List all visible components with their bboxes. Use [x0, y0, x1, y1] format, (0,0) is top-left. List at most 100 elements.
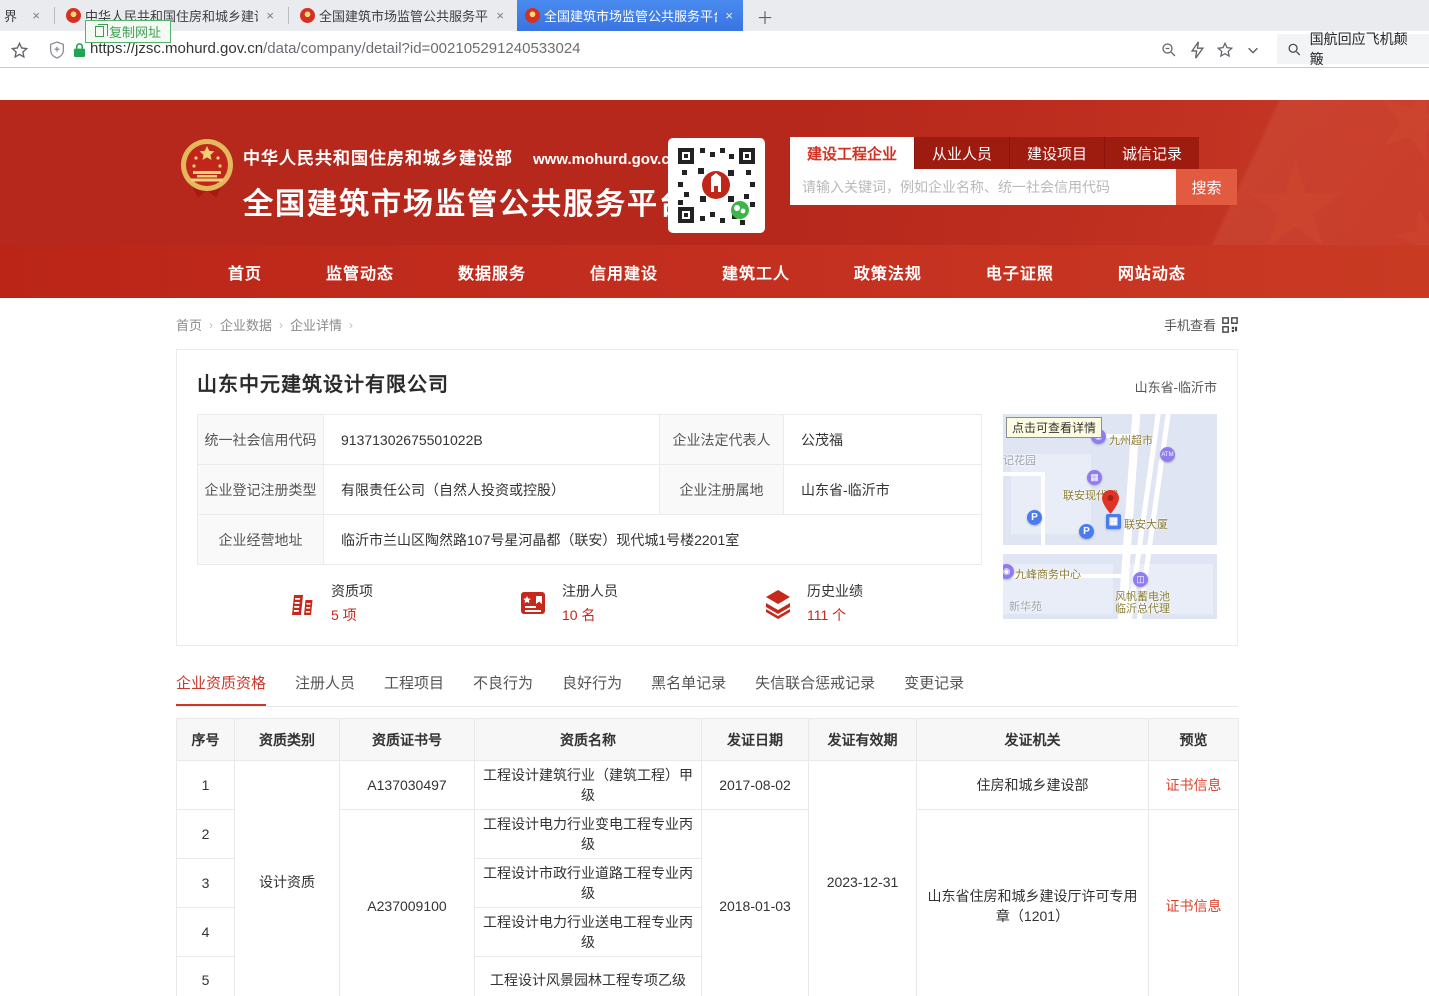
map-poi-supermarket: 九州超市: [1109, 432, 1153, 448]
platform-title: 全国建筑市场监管公共服务平台: [243, 179, 691, 223]
new-tab-button[interactable]: ＋: [752, 4, 778, 28]
copy-url-tooltip-label: 复制网址: [109, 22, 161, 41]
registration-type-value: 有限责任公司（自然人投资或控股）: [324, 465, 660, 515]
tab-good-behavior[interactable]: 良好行为: [562, 672, 622, 706]
tab-enterprise-qualification[interactable]: 企业资质资格: [176, 672, 266, 706]
tab-close-icon[interactable]: ×: [264, 8, 276, 23]
info-label: 企业法定代表人: [660, 415, 784, 465]
nav-item-credit[interactable]: 信用建设: [590, 260, 658, 284]
search-icon: [1287, 42, 1302, 57]
tab-title: 全国建筑市场监管公共服务平台: [319, 6, 488, 25]
header-search-widget: 建设工程企业 从业人员 建设项目 诚信记录 搜索: [790, 137, 1237, 205]
browser-tab-active[interactable]: 全国建筑市场监管公共服务平台 ×: [517, 0, 743, 31]
breadcrumb: 首页› 企业数据› 企业详情›: [176, 315, 353, 334]
tab-favicon-emblem-icon: [300, 8, 315, 23]
tab-title: 界: [4, 6, 24, 25]
lightning-icon[interactable]: [1186, 39, 1208, 61]
chevron-down-icon[interactable]: [1242, 39, 1264, 61]
cell-no: 2: [177, 810, 235, 859]
browser-tab-jzsc[interactable]: 全国建筑市场监管公共服务平台 ×: [292, 0, 514, 31]
company-stats: 资质项 5 项 注册人员 10 名: [197, 581, 982, 625]
nav-item-e-license[interactable]: 电子证照: [986, 260, 1054, 284]
info-label: 统一社会信用代码: [198, 415, 324, 465]
breadcrumb-company-data[interactable]: 企业数据: [220, 315, 272, 334]
shield-permission-icon[interactable]: [46, 39, 68, 61]
site-brand: 中华人民共和国住房和城乡建设部 www.mohurd.gov.cn 全国建筑市场…: [243, 144, 691, 223]
tab-registered-personnel[interactable]: 注册人员: [295, 672, 355, 706]
site-header: 中华人民共和国住房和城乡建设部 www.mohurd.gov.cn 全国建筑市场…: [0, 100, 1429, 245]
atm-marker-icon: ATM: [1160, 447, 1175, 462]
building-marker-icon: ▦: [1087, 470, 1102, 485]
battery-marker-icon: ◫: [1133, 572, 1148, 587]
tab-close-icon[interactable]: ×: [494, 8, 506, 23]
stat-historical-performance[interactable]: 历史业绩 111 个: [761, 581, 863, 625]
detail-tabs: 企业资质资格 注册人员 工程项目 不良行为 良好行为 黑名单记录 失信联合惩戒记…: [176, 672, 1238, 707]
stat-value: 5 项: [331, 605, 373, 625]
zoom-out-icon[interactable]: [1158, 39, 1180, 61]
business-address-value: 临沂市兰山区陶然路107号星河晶都（联安）现代城1号楼2201室: [324, 515, 982, 565]
hot-search-box[interactable]: 国航回应飞机颠簸: [1277, 34, 1429, 64]
certificate-info-link[interactable]: 证书信息: [1166, 898, 1222, 914]
table-header-row: 序号 资质类别 资质证书号 资质名称 发证日期 发证有效期 发证机关 预览: [177, 719, 1239, 761]
search-button[interactable]: 搜索: [1176, 169, 1237, 205]
location-map[interactable]: 点击可查看详情 ◉ 九州超市 ATM 记花园 ▦ 联安现代城 ▦ 联安大厦 P …: [1003, 414, 1217, 619]
stat-registered-personnel[interactable]: 注册人员 10 名: [516, 581, 618, 625]
mobile-view-link[interactable]: 手机查看: [1164, 315, 1238, 334]
keyword-search-input[interactable]: [790, 169, 1176, 205]
layers-icon: [761, 586, 795, 620]
search-tab-project[interactable]: 建设项目: [1009, 137, 1104, 169]
nav-item-site-news[interactable]: 网站动态: [1118, 260, 1186, 284]
search-tab-personnel[interactable]: 从业人员: [914, 137, 1009, 169]
cell-name: 工程设计电力行业变电工程专业丙级: [475, 810, 702, 859]
col-header-authority: 发证机关: [917, 719, 1149, 761]
map-tooltip: 点击可查看详情: [1006, 417, 1102, 438]
tab-dishonesty-records[interactable]: 失信联合惩戒记录: [755, 672, 875, 706]
nav-item-home[interactable]: 首页: [228, 260, 262, 284]
hot-search-text: 国航回应飞机颠簸: [1310, 29, 1419, 69]
tab-close-icon[interactable]: ×: [723, 8, 735, 23]
stat-qualifications[interactable]: 资质项 5 项: [285, 581, 373, 625]
stat-label: 资质项: [331, 581, 373, 601]
spacer: [0, 68, 1429, 100]
col-header-issue-date: 发证日期: [702, 719, 809, 761]
search-tab-enterprise[interactable]: 建设工程企业: [790, 137, 914, 169]
breadcrumb-home[interactable]: 首页: [176, 315, 202, 334]
nav-item-workers[interactable]: 建筑工人: [722, 260, 790, 284]
col-header-cert-no: 资质证书号: [340, 719, 475, 761]
breadcrumb-company-detail[interactable]: 企业详情: [290, 315, 342, 334]
tab-blacklist-records[interactable]: 黑名单记录: [651, 672, 726, 706]
cell-authority: 山东省住房和城乡建设厅许可专用章（1201）: [917, 810, 1149, 996]
cell-name: 工程设计风景园林工程专项乙级: [475, 957, 702, 996]
cell-no: 3: [177, 859, 235, 908]
bookmark-star-icon[interactable]: [8, 39, 30, 61]
stat-label: 历史业绩: [807, 581, 863, 601]
tab-favicon-emblem-icon: [66, 8, 81, 23]
copy-url-tooltip: 复制网址: [85, 20, 171, 43]
map-poi-tower: 联安大厦: [1124, 516, 1168, 532]
tab-engineering-projects[interactable]: 工程项目: [384, 672, 444, 706]
map-poi-battery-line2: 临沂总代理: [1115, 600, 1170, 616]
main-content: 首页› 企业数据› 企业详情› 手机查看 山东中元建筑设计有限公司 山东省-临沂…: [176, 315, 1238, 996]
cell-issue-date: 2018-01-03: [702, 810, 809, 996]
browser-tab-partial[interactable]: 界 ×: [0, 0, 50, 31]
tab-bad-behavior[interactable]: 不良行为: [473, 672, 533, 706]
certificate-info-link[interactable]: 证书信息: [1166, 777, 1222, 793]
nav-item-data-service[interactable]: 数据服务: [458, 260, 526, 284]
legal-person-value: 公茂福: [784, 415, 982, 465]
location-pin-icon: [1102, 490, 1119, 514]
nav-item-supervision[interactable]: 监管动态: [326, 260, 394, 284]
registration-region-value: 山东省-临沂市: [784, 465, 982, 515]
company-region: 山东省-临沂市: [1135, 377, 1217, 396]
nav-item-policy[interactable]: 政策法规: [854, 260, 922, 284]
search-tab-credit[interactable]: 诚信记录: [1104, 137, 1199, 169]
tab-close-icon[interactable]: ×: [30, 8, 42, 23]
mobile-view-label: 手机查看: [1164, 315, 1216, 334]
favorite-star-icon[interactable]: [1214, 39, 1236, 61]
cell-cert-no: A237009100: [340, 810, 475, 996]
table-row: 1 设计资质 A137030497 工程设计建筑行业（建筑工程）甲级 2017-…: [177, 761, 1239, 810]
company-info-table: 统一社会信用代码 91371302675501022B 企业法定代表人 公茂福 …: [197, 414, 982, 565]
tab-change-records[interactable]: 变更记录: [904, 672, 964, 706]
col-header-validity: 发证有效期: [809, 719, 917, 761]
col-header-category: 资质类别: [235, 719, 340, 761]
url-path: /data/company/detail?id=0021052912405330…: [263, 40, 580, 57]
